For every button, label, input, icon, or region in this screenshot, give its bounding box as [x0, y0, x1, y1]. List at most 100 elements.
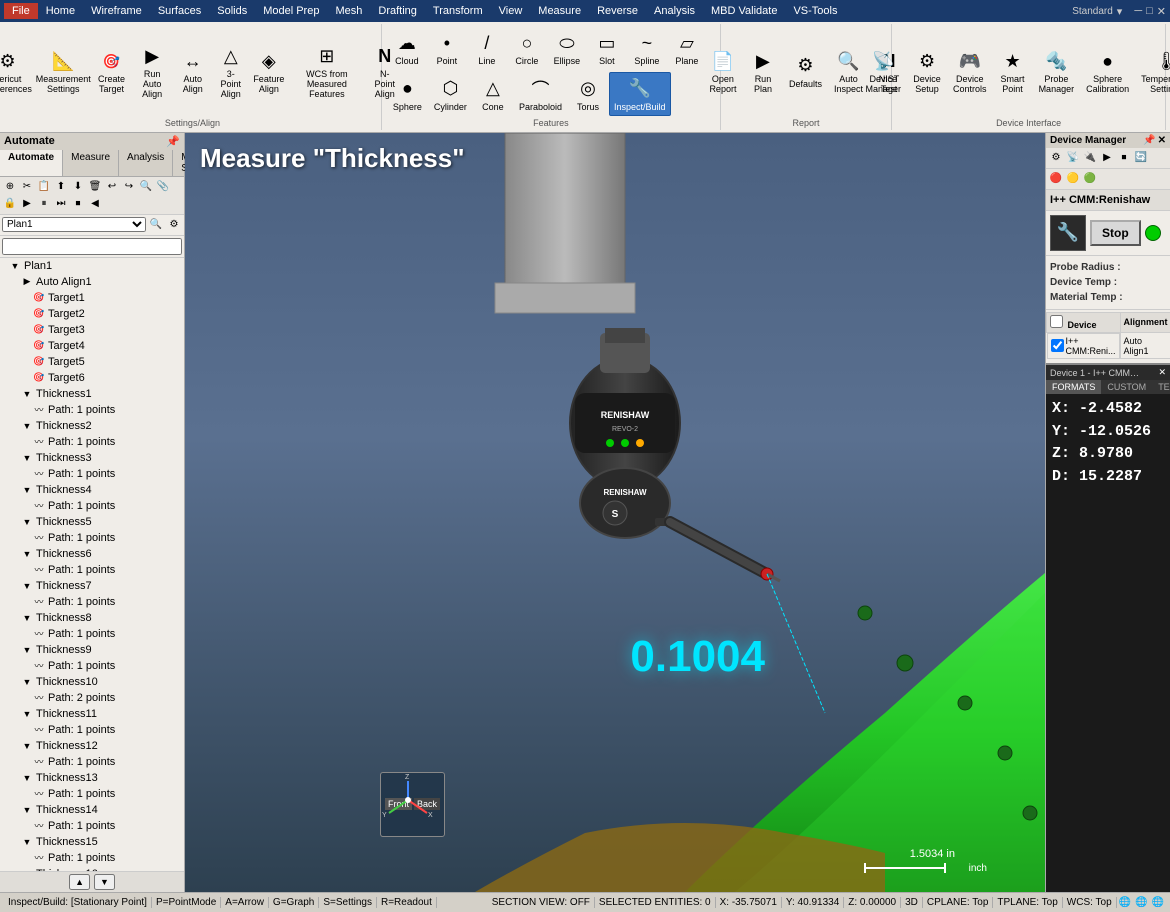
tree-target5[interactable]: 🎯Target5: [0, 354, 184, 370]
defaults-btn[interactable]: ⚙Defaults: [784, 49, 827, 93]
tree-thickness6[interactable]: ▼Thickness6: [0, 546, 184, 562]
tree-thickness3[interactable]: ▼Thickness3: [0, 450, 184, 466]
auto-align-btn[interactable]: ↔AutoAlign: [175, 44, 211, 98]
menu-wireframe[interactable]: Wireframe: [83, 3, 150, 19]
tool-find[interactable]: 🔍: [138, 179, 154, 195]
search-input[interactable]: [2, 238, 182, 255]
tool-next[interactable]: ⏭: [53, 196, 69, 212]
globe-icon1[interactable]: 🌐: [1117, 897, 1133, 908]
custom-tab[interactable]: CUSTOM: [1101, 380, 1152, 394]
line-btn[interactable]: /Line: [468, 26, 506, 70]
tree-thickness7-path[interactable]: 〰Path: 1 points: [0, 594, 184, 610]
tree-thickness3-path[interactable]: 〰Path: 1 points: [0, 466, 184, 482]
device-controls-btn[interactable]: 🎮DeviceControls: [948, 44, 992, 98]
menu-surfaces[interactable]: Surfaces: [150, 3, 209, 19]
wcs-measured-btn[interactable]: ⊞WCS fromMeasured Features: [289, 39, 365, 103]
tool-up[interactable]: ⬆: [53, 179, 69, 195]
sphere-btn[interactable]: ●Sphere: [388, 72, 427, 116]
device-tool4[interactable]: ▶: [1099, 150, 1115, 166]
globe-icon2[interactable]: 🌐: [1133, 897, 1149, 908]
tree-thickness10-path[interactable]: 〰Path: 2 points: [0, 690, 184, 706]
plane-btn[interactable]: ▱Plane: [668, 26, 706, 70]
file-menu[interactable]: File: [4, 3, 38, 19]
device-tool5[interactable]: ⏹: [1116, 150, 1132, 166]
tool-play[interactable]: ▶: [19, 196, 35, 212]
menu-mbd[interactable]: MBD Validate: [703, 3, 785, 19]
tool-undo[interactable]: ↩: [104, 179, 120, 195]
tree-target4[interactable]: 🎯Target4: [0, 338, 184, 354]
tree-auto-align1[interactable]: ▶ Auto Align1: [0, 274, 184, 290]
tool-delete[interactable]: 🗑: [87, 179, 103, 195]
tree-target2[interactable]: 🎯Target2: [0, 306, 184, 322]
menu-mesh[interactable]: Mesh: [327, 3, 370, 19]
tab-measure[interactable]: Measure: [63, 150, 119, 176]
tool-copy[interactable]: 📋: [36, 179, 52, 195]
tool-pin[interactable]: 📎: [155, 179, 171, 195]
menu-home[interactable]: Home: [38, 3, 83, 19]
run-plan-btn[interactable]: ▶RunPlan: [744, 44, 782, 98]
tree-thickness9-path[interactable]: 〰Path: 1 points: [0, 658, 184, 674]
tree-thickness4-path[interactable]: 〰Path: 1 points: [0, 498, 184, 514]
create-target-btn[interactable]: 🎯CreateTarget: [94, 44, 130, 98]
tree-thickness7[interactable]: ▼Thickness7: [0, 578, 184, 594]
right-panel-pin[interactable]: 📌: [1143, 135, 1155, 146]
device-tool3[interactable]: 🔌: [1082, 150, 1098, 166]
tree-thickness11[interactable]: ▼Thickness11: [0, 706, 184, 722]
device-tool9[interactable]: 🟢: [1082, 171, 1098, 187]
tree-target1[interactable]: 🎯Target1: [0, 290, 184, 306]
device-tool1[interactable]: ⚙: [1048, 150, 1064, 166]
device-tool6[interactable]: 🔄: [1133, 150, 1149, 166]
text-tab[interactable]: TEXT: [1152, 380, 1170, 394]
tool-lock[interactable]: 🔒: [2, 196, 18, 212]
tool-new[interactable]: ⊕: [2, 179, 18, 195]
feature-align-btn[interactable]: ◈FeatureAlign: [251, 44, 287, 98]
device-tool2[interactable]: 📡: [1065, 150, 1081, 166]
tree-target3[interactable]: 🎯Target3: [0, 322, 184, 338]
torus-btn[interactable]: ◎Torus: [569, 72, 607, 116]
tree-thickness13[interactable]: ▼Thickness13: [0, 770, 184, 786]
spline-btn[interactable]: ~Spline: [628, 26, 666, 70]
device-checkbox[interactable]: [1050, 315, 1063, 328]
tool-pause[interactable]: ⏸: [36, 196, 52, 212]
tab-automate[interactable]: Automate: [0, 150, 63, 176]
menu-transform[interactable]: Transform: [425, 3, 491, 19]
tree-thickness1[interactable]: ▼Thickness1: [0, 386, 184, 402]
smart-point-btn[interactable]: ★SmartPoint: [994, 44, 1032, 98]
vericut-preferences-btn[interactable]: ⚙VericutPreferences: [0, 44, 33, 98]
scroll-down-btn[interactable]: ▼: [94, 874, 115, 890]
menu-analysis[interactable]: Analysis: [646, 3, 703, 19]
measurement-settings-btn[interactable]: 📐MeasurementSettings: [35, 44, 91, 98]
menu-solids[interactable]: Solids: [209, 3, 255, 19]
menu-drafting[interactable]: Drafting: [370, 3, 425, 19]
device-tool7[interactable]: 🔴: [1048, 171, 1064, 187]
tree-thickness2-path[interactable]: 〰Path: 1 points: [0, 434, 184, 450]
tree-thickness10[interactable]: ▼Thickness10: [0, 674, 184, 690]
tree-plan1[interactable]: ▼ Plan1: [0, 258, 184, 274]
scroll-up-btn[interactable]: ▲: [69, 874, 90, 890]
tool-cut[interactable]: ✂: [19, 179, 35, 195]
tree-thickness4[interactable]: ▼Thickness4: [0, 482, 184, 498]
tree-thickness2[interactable]: ▼Thickness2: [0, 418, 184, 434]
tool-down[interactable]: ⬇: [70, 179, 86, 195]
ellipse-btn[interactable]: ⬭Ellipse: [548, 26, 586, 70]
device-manager-btn[interactable]: 📡DeviceManager: [861, 44, 907, 98]
plan-search-btn[interactable]: 🔍: [148, 217, 164, 233]
tool-redo[interactable]: ↪: [121, 179, 137, 195]
cone-btn[interactable]: △Cone: [474, 72, 512, 116]
point-btn[interactable]: •Point: [428, 26, 466, 70]
3point-align-btn[interactable]: △3-PointAlign: [213, 39, 249, 103]
tree-target6[interactable]: 🎯Target6: [0, 370, 184, 386]
tree-thickness13-path[interactable]: 〰Path: 1 points: [0, 786, 184, 802]
temp-settings-btn[interactable]: 🌡TemperatureSettings: [1136, 44, 1170, 98]
menu-measure[interactable]: Measure: [530, 3, 589, 19]
device-setup-btn[interactable]: ⚙DeviceSetup: [908, 44, 946, 98]
readout-close[interactable]: ✕: [1158, 367, 1166, 378]
tree-thickness6-path[interactable]: 〰Path: 1 points: [0, 562, 184, 578]
tree-thickness9[interactable]: ▼Thickness9: [0, 642, 184, 658]
tree-container[interactable]: ▼ Plan1 ▶ Auto Align1 🎯Target1 🎯Target2 …: [0, 258, 184, 871]
sphere-calibration-btn[interactable]: ●SphereCalibration: [1081, 44, 1134, 98]
tab-analysis[interactable]: Analysis: [119, 150, 173, 176]
device-tool8[interactable]: 🟡: [1065, 171, 1081, 187]
cylinder-btn[interactable]: ⬡Cylinder: [429, 72, 472, 116]
menu-vs[interactable]: VS-Tools: [785, 3, 845, 19]
